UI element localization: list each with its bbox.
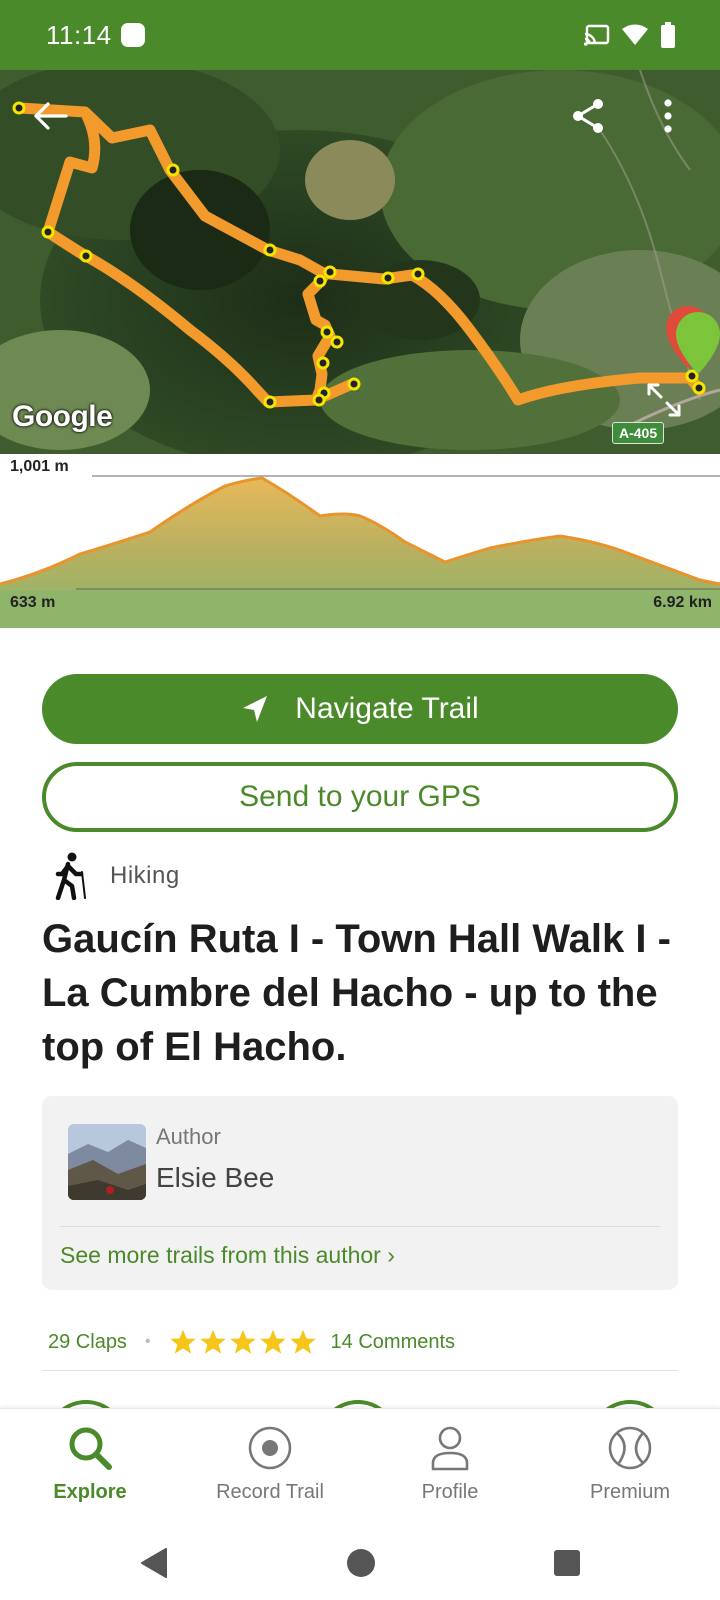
star-icon xyxy=(289,1329,316,1354)
distance-label: 6.92 km xyxy=(653,594,712,611)
status-icons xyxy=(584,22,676,48)
search-icon xyxy=(69,1427,112,1470)
activity-label: Hiking xyxy=(110,862,180,889)
divider xyxy=(42,1370,678,1371)
back-arrow-icon xyxy=(34,102,68,130)
system-back-button[interactable] xyxy=(128,1538,178,1588)
comments-count[interactable]: 14 Comments xyxy=(331,1331,456,1354)
send-to-gps-label: Send to your GPS xyxy=(239,780,481,813)
system-recents-button[interactable] xyxy=(542,1538,592,1588)
author-card[interactable]: Author Elsie Bee See more trails from th… xyxy=(42,1096,678,1290)
divider xyxy=(60,1226,660,1227)
navigate-trail-label: Navigate Trail xyxy=(295,692,479,725)
google-attribution: Google xyxy=(12,400,113,433)
author-caption: Author xyxy=(156,1124,221,1149)
bottom-navigation: Explore Record Trail Profile Premium xyxy=(0,1408,720,1524)
nav-explore[interactable]: Explore xyxy=(0,1409,180,1524)
trail-stats: 29 Claps • 14 Comments xyxy=(48,1328,455,1356)
notification-icon xyxy=(121,23,145,47)
navigation-arrow-icon xyxy=(243,696,268,722)
nav-premium-label: Premium xyxy=(589,1481,670,1503)
separator-dot: • xyxy=(144,1333,151,1350)
nav-record-trail-label: Record Trail xyxy=(216,1481,324,1503)
more-vert-icon xyxy=(664,99,672,133)
system-home-button[interactable] xyxy=(336,1538,386,1588)
trail-map[interactable]: Google A-405 xyxy=(0,70,720,454)
nav-explore-label: Explore xyxy=(53,1481,127,1503)
send-to-gps-button[interactable]: Send to your GPS xyxy=(42,762,678,832)
battery-icon xyxy=(661,22,675,48)
star-icon xyxy=(259,1329,286,1354)
circle-home-icon xyxy=(347,1549,375,1577)
activity-type: Hiking xyxy=(54,852,180,900)
triangle-back-icon xyxy=(141,1548,167,1578)
road-label: A-405 xyxy=(612,422,665,444)
star-icon xyxy=(229,1329,256,1354)
elevation-min-label: 633 m xyxy=(10,594,56,611)
nav-profile[interactable]: Profile xyxy=(360,1409,540,1524)
elevation-chart xyxy=(0,475,720,628)
back-button[interactable] xyxy=(24,90,76,142)
expand-icon xyxy=(647,383,681,417)
wifi-icon xyxy=(622,24,648,45)
cast-icon xyxy=(584,24,610,46)
more-options-button[interactable] xyxy=(642,90,694,142)
avatar-mountain-photo xyxy=(68,1124,146,1200)
more-trails-link[interactable]: See more trails from this author › xyxy=(60,1242,395,1269)
person-icon xyxy=(431,1426,469,1471)
system-navigation-bar xyxy=(0,1524,720,1600)
hiking-icon xyxy=(55,852,86,900)
nav-profile-label: Profile xyxy=(421,1481,479,1503)
star-icon xyxy=(199,1329,226,1354)
author-name[interactable]: Elsie Bee xyxy=(156,1162,274,1194)
elevation-profile[interactable]: 1,001 m 633 m 6.92 km xyxy=(0,454,720,628)
share-icon xyxy=(573,99,603,133)
status-bar: 11:14 xyxy=(0,0,720,70)
expand-map-button[interactable] xyxy=(638,374,690,426)
share-button[interactable] xyxy=(562,90,614,142)
author-avatar[interactable] xyxy=(68,1124,146,1200)
claps-count[interactable]: 29 Claps xyxy=(48,1331,127,1354)
elevation-max-label: 1,001 m xyxy=(10,458,69,475)
nav-premium[interactable]: Premium xyxy=(540,1409,720,1524)
square-recents-icon xyxy=(554,1550,580,1576)
rating-stars[interactable] xyxy=(169,1328,317,1356)
nav-record-trail[interactable]: Record Trail xyxy=(180,1409,360,1524)
status-time: 11:14 xyxy=(46,20,112,50)
star-icon xyxy=(169,1329,196,1354)
navigate-trail-button[interactable]: Navigate Trail xyxy=(42,674,678,744)
tennis-ball-icon xyxy=(608,1426,652,1470)
record-icon xyxy=(248,1426,292,1470)
trail-title: Gaucín Ruta I - Town Hall Walk I - La Cu… xyxy=(42,917,671,1069)
